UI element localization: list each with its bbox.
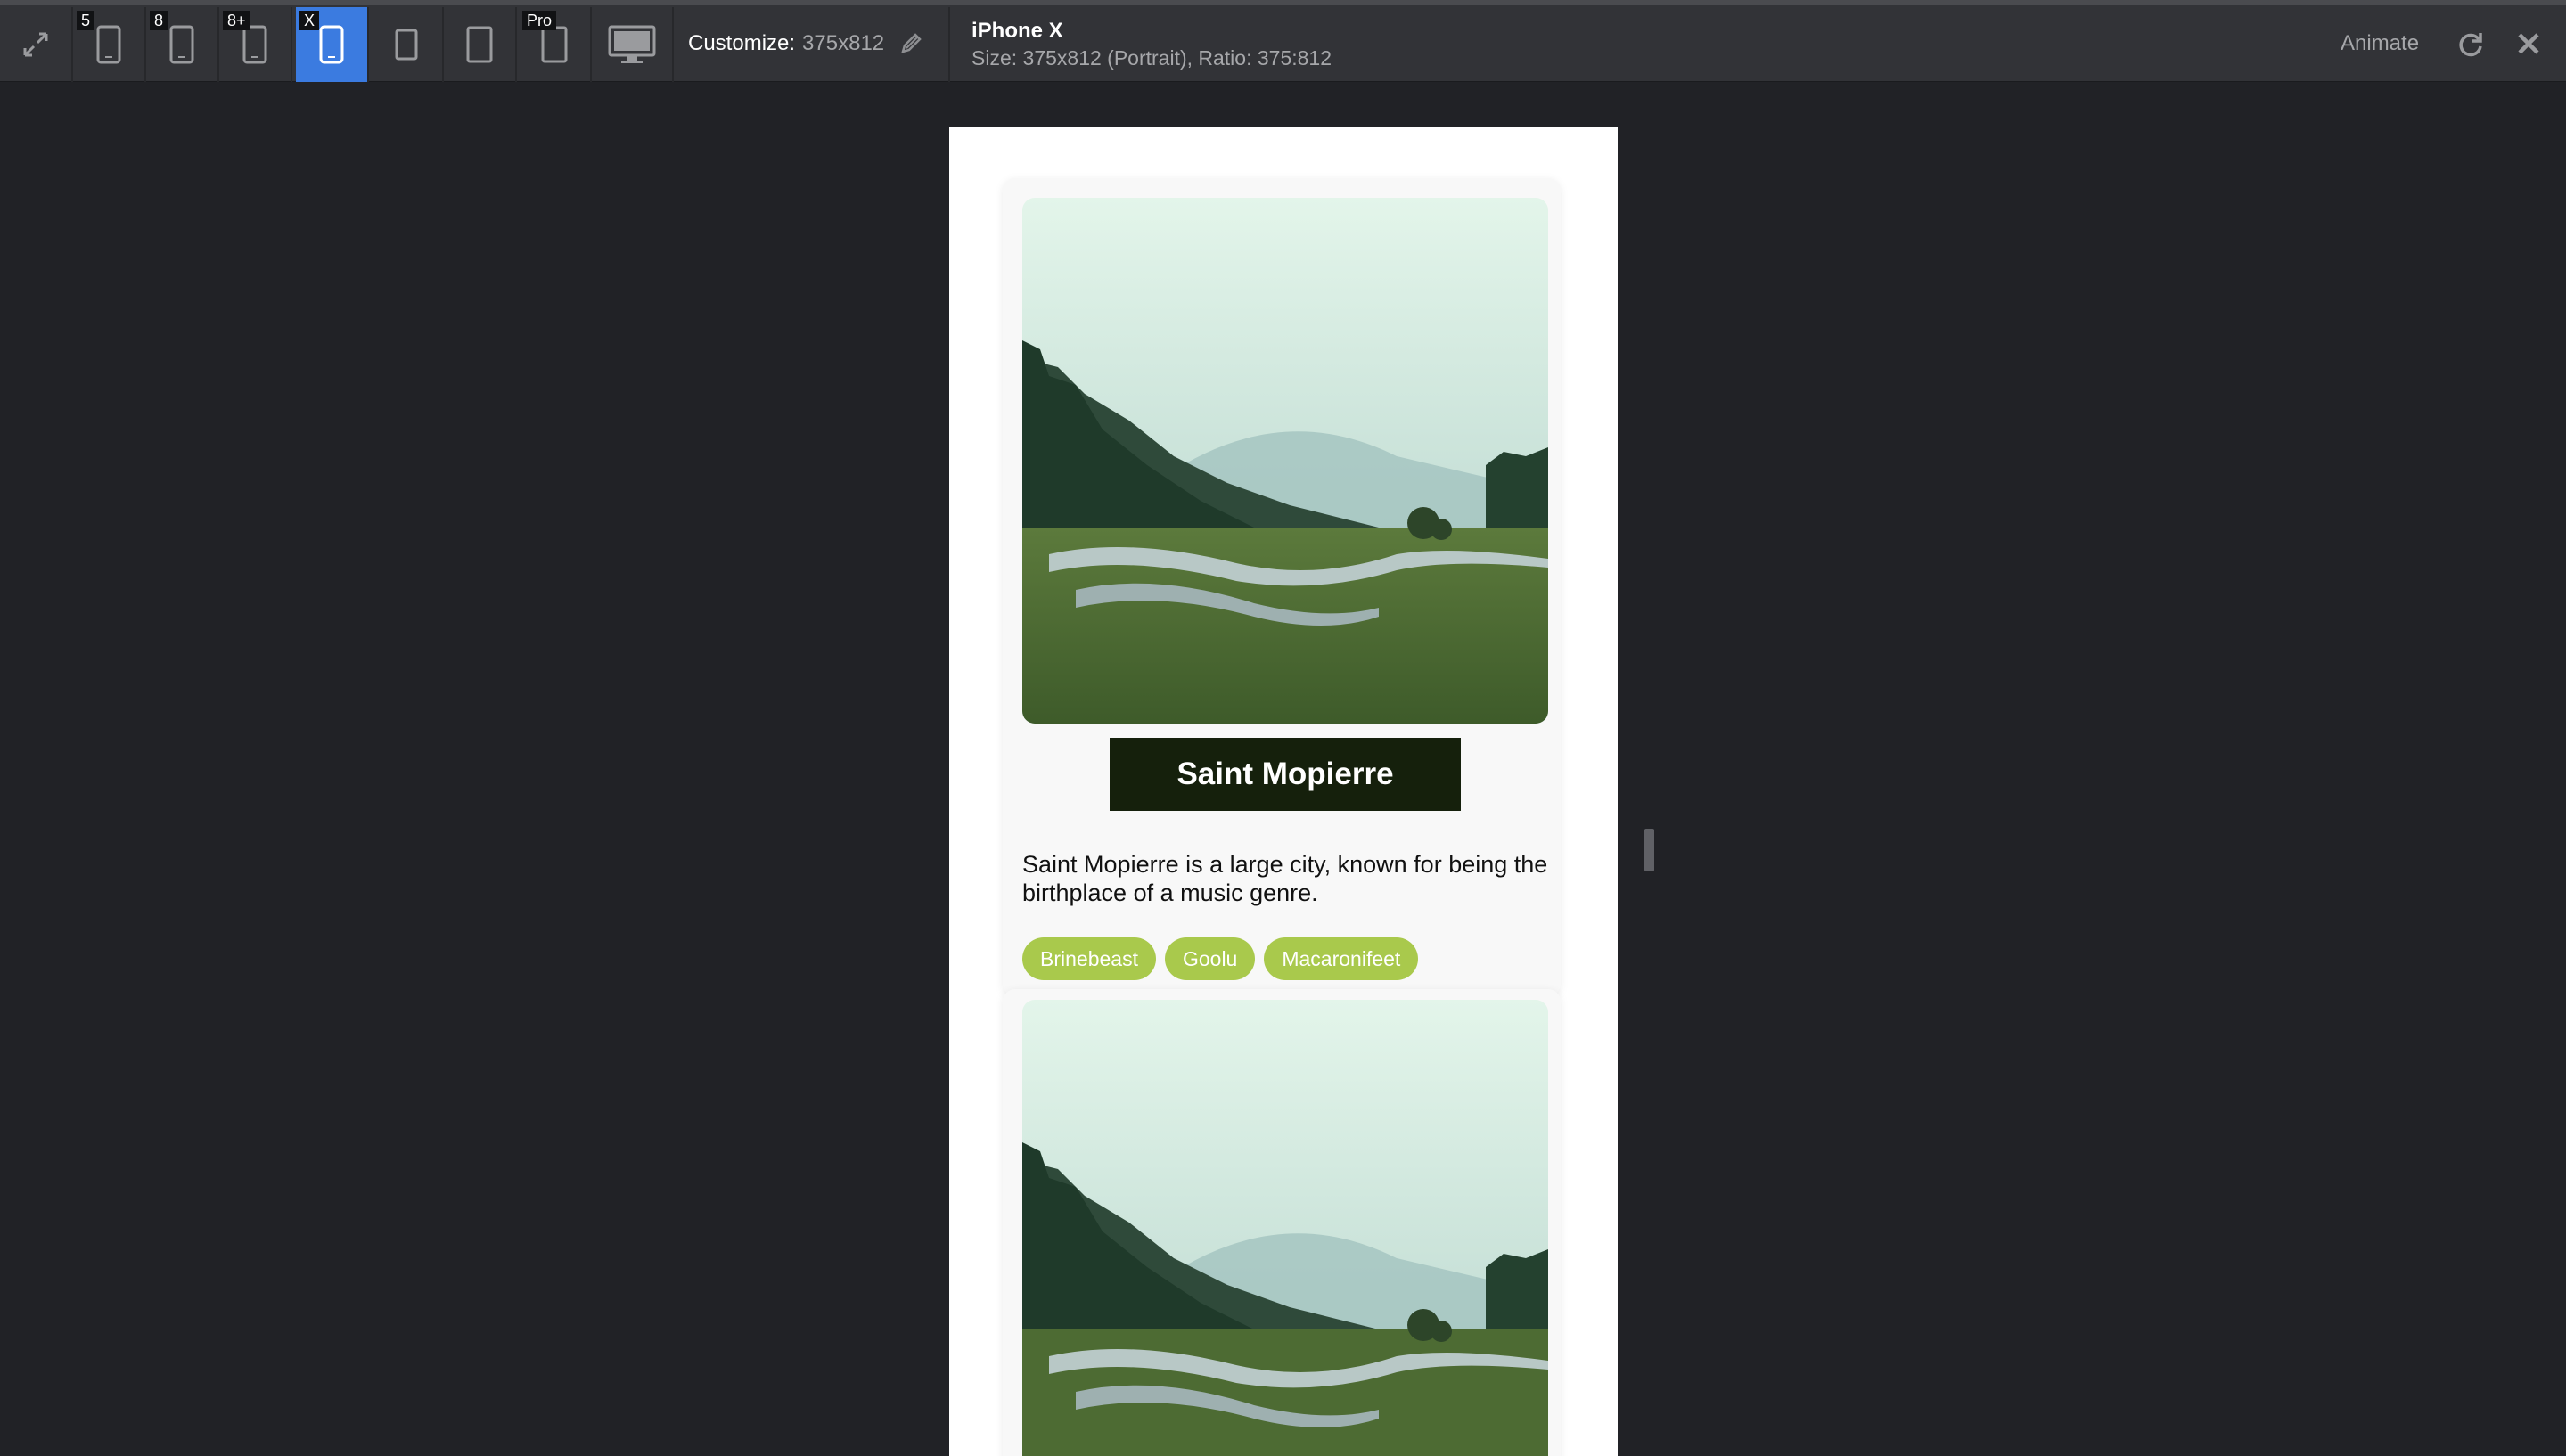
device-badge: X xyxy=(299,11,320,30)
phone-icon xyxy=(169,25,194,64)
device-badge: 8 xyxy=(150,11,168,30)
landscape-photo xyxy=(1022,1000,1548,1456)
phone-icon xyxy=(96,25,121,64)
city-card xyxy=(1003,989,1561,1456)
device-info: iPhone X Size: 375x812 (Portrait), Ratio… xyxy=(971,18,1332,71)
device-desktop-button[interactable] xyxy=(592,7,674,82)
landscape-photo xyxy=(1022,198,1548,724)
close-icon[interactable] xyxy=(2515,30,2542,57)
device-ipad-mini-button[interactable] xyxy=(371,7,444,82)
card-description: Saint Mopierre is a large city, known fo… xyxy=(1022,851,1548,906)
tag-chip[interactable]: Brinebeast xyxy=(1022,937,1156,980)
monitor-icon xyxy=(608,25,656,63)
customize-value[interactable]: 375x812 xyxy=(802,31,884,56)
device-badge: 5 xyxy=(77,11,95,30)
phone-icon xyxy=(242,25,267,64)
device-iphone-x-button[interactable]: X xyxy=(296,7,369,82)
tablet-icon xyxy=(541,26,568,63)
device-iphone-8-plus-button[interactable]: 8+ xyxy=(219,7,292,82)
device-iphone-5-button[interactable]: 5 xyxy=(73,7,146,82)
device-name: iPhone X xyxy=(971,19,1063,43)
device-ipad-pro-button[interactable]: Pro xyxy=(519,7,592,82)
customize-label: Customize: xyxy=(688,31,796,55)
tag-chip[interactable]: Macaronifeet xyxy=(1264,937,1419,980)
tag-chip[interactable]: Goolu xyxy=(1164,937,1256,980)
fullscreen-toggle-button[interactable] xyxy=(0,7,73,82)
city-card: Saint Mopierre Saint Mopierre is a large… xyxy=(1003,178,1561,996)
device-ipad-button[interactable] xyxy=(444,7,517,82)
tablet-icon xyxy=(466,26,493,63)
viewport-resize-handle[interactable] xyxy=(1644,829,1654,871)
customize-size-control[interactable]: Customize: 375x812 xyxy=(688,5,923,82)
rotate-icon[interactable] xyxy=(2456,30,2485,59)
pencil-icon[interactable] xyxy=(898,31,923,56)
tag-list: Brinebeast Goolu Macaronifeet xyxy=(1022,937,1419,980)
device-iphone-8-button[interactable]: 8 xyxy=(146,7,219,82)
device-viewport: Saint Mopierre Saint Mopierre is a large… xyxy=(949,127,1618,1456)
card-title: Saint Mopierre xyxy=(1110,738,1461,811)
expand-arrows-icon xyxy=(23,32,48,57)
tablet-icon xyxy=(395,29,418,61)
responsive-toolbar: 5 8 8+ X Pro Customize: 375x812 iPhone X… xyxy=(0,0,2566,82)
device-badge: Pro xyxy=(522,11,557,30)
toolbar-divider xyxy=(948,7,950,82)
device-size-ratio: Size: 375x812 (Portrait), Ratio: 375:812 xyxy=(971,46,1332,70)
animate-toggle[interactable]: Animate xyxy=(2341,5,2419,82)
device-badge: 8+ xyxy=(223,11,250,30)
phone-icon xyxy=(319,25,344,64)
